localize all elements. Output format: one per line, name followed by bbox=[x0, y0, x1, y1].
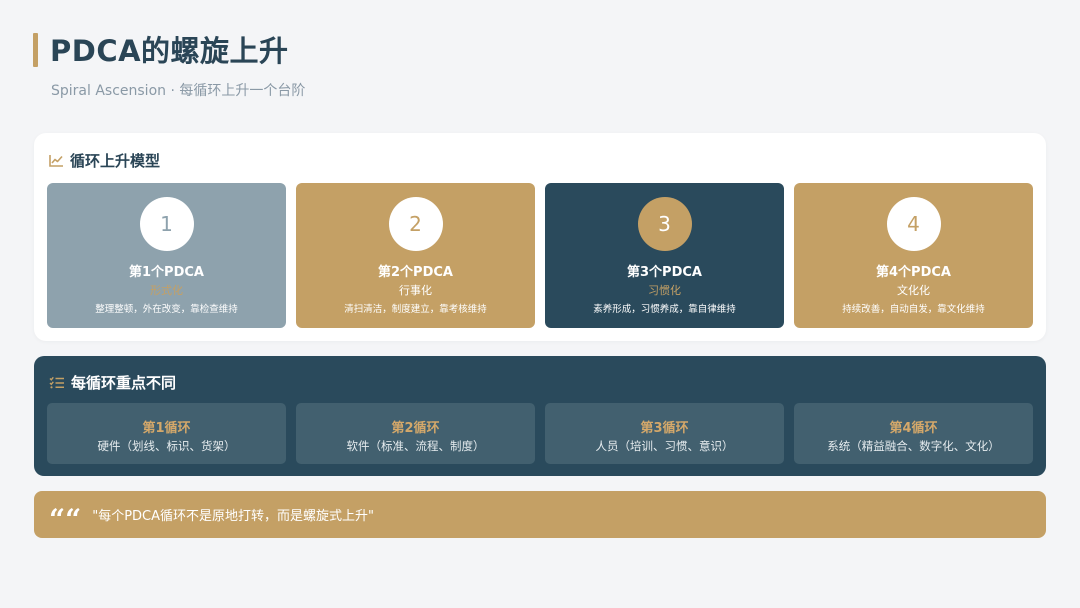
cycle-name: 第3个PDCA bbox=[627, 265, 702, 280]
cycle-number-badge: 2 bbox=[388, 197, 443, 251]
cycle-number-badge: 1 bbox=[139, 197, 194, 251]
list-check-icon bbox=[49, 376, 65, 389]
cycle-number-badge: 4 bbox=[886, 197, 941, 251]
focus-card-3: 第3循环人员（培训、习惯、意识） bbox=[545, 403, 784, 464]
title-accent-bar bbox=[33, 33, 38, 67]
cycle-focus-heading: 每循环重点不同 bbox=[71, 374, 177, 392]
focus-card-list: 第1循环 硬件（划线、标识、货架） 第2循环 软件（标准、流程、制度） 第3循环 人员（培… bbox=[47, 403, 1033, 464]
cycle-focus-header: 每循环重点不同 bbox=[49, 372, 176, 393]
focus-title: 第3循环 bbox=[640, 421, 689, 436]
focus-card-1: 第1循环硬件（划线、标识、货架） bbox=[47, 403, 286, 464]
cycle-number-badge: 3 bbox=[637, 197, 692, 251]
focus-card-4: 第4循环系统（精益融合、数字化、文化） bbox=[794, 403, 1033, 464]
cycle-card-2: 2 第2个PDCA 行事化清扫清洁，制度建立，靠考核维持 bbox=[296, 183, 535, 328]
cycle-focus-panel: 每循环重点不同 第1循环 硬件（划线、标识、货架） 第2循环 软件（标准、流程、制度）… bbox=[34, 356, 1046, 476]
cycle-card-4: 4 第4个PDCA 文化化持续改善，自动自发，靠文化维持 bbox=[794, 183, 1033, 328]
cycle-name: 第1个PDCA bbox=[129, 265, 204, 280]
quote-text: "每个PDCA循环不是原地打转，而是螺旋式上升" bbox=[92, 509, 374, 524]
cycle-description: 素养形成，习惯养成，靠自律维持 bbox=[593, 304, 736, 315]
cycle-description: 清扫清洁，制度建立，靠考核维持 bbox=[344, 304, 487, 315]
focus-description: 系统（精益融合、数字化、文化） bbox=[827, 439, 1000, 453]
cycle-card-list: 1 第1个PDCA 形式化整理整顿，外在改变，靠检查维持 2 第2个PDCA 行事化清扫清… bbox=[47, 183, 1033, 328]
line-chart-icon bbox=[49, 154, 64, 167]
focus-title: 第2循环 bbox=[391, 421, 440, 436]
focus-description: 硬件（划线、标识、货架） bbox=[97, 439, 236, 453]
cycle-stage: 形式化 bbox=[150, 284, 183, 297]
cycle-card-3: 3 第3个PDCA 习惯化素养形成，习惯养成，靠自律维持 bbox=[545, 183, 784, 328]
quote-icon: ““ bbox=[49, 502, 82, 536]
cycle-stage: 行事化 bbox=[399, 284, 432, 297]
cycle-model-header: 循环上升模型 bbox=[49, 150, 160, 171]
cycle-name: 第4个PDCA bbox=[876, 265, 951, 280]
page-subtitle: Spiral Ascension · 每循环上升一个台阶 bbox=[51, 83, 306, 99]
page-title: PDCA的螺旋上升 bbox=[50, 34, 289, 68]
focus-title: 第4循环 bbox=[889, 421, 938, 436]
cycle-model-heading: 循环上升模型 bbox=[70, 152, 161, 170]
focus-description: 人员（培训、习惯、意识） bbox=[595, 439, 734, 453]
cycle-model-panel: 循环上升模型 1 第1个PDCA 形式化整理整顿，外在改变，靠检查维持 2 第2个PDC… bbox=[34, 133, 1046, 341]
focus-description: 软件（标准、流程、制度） bbox=[346, 439, 485, 453]
cycle-stage: 文化化 bbox=[897, 284, 930, 297]
cycle-stage: 习惯化 bbox=[648, 284, 681, 297]
cycle-description: 持续改善，自动自发，靠文化维持 bbox=[842, 304, 985, 315]
focus-card-2: 第2循环软件（标准、流程、制度） bbox=[296, 403, 535, 464]
cycle-name: 第2个PDCA bbox=[378, 265, 453, 280]
quote-banner: ““ "每个PDCA循环不是原地打转，而是螺旋式上升" bbox=[34, 491, 1046, 538]
focus-title: 第1循环 bbox=[142, 421, 191, 436]
cycle-card-1: 1 第1个PDCA 形式化整理整顿，外在改变，靠检查维持 bbox=[47, 183, 286, 328]
cycle-description: 整理整顿，外在改变，靠检查维持 bbox=[95, 304, 238, 315]
